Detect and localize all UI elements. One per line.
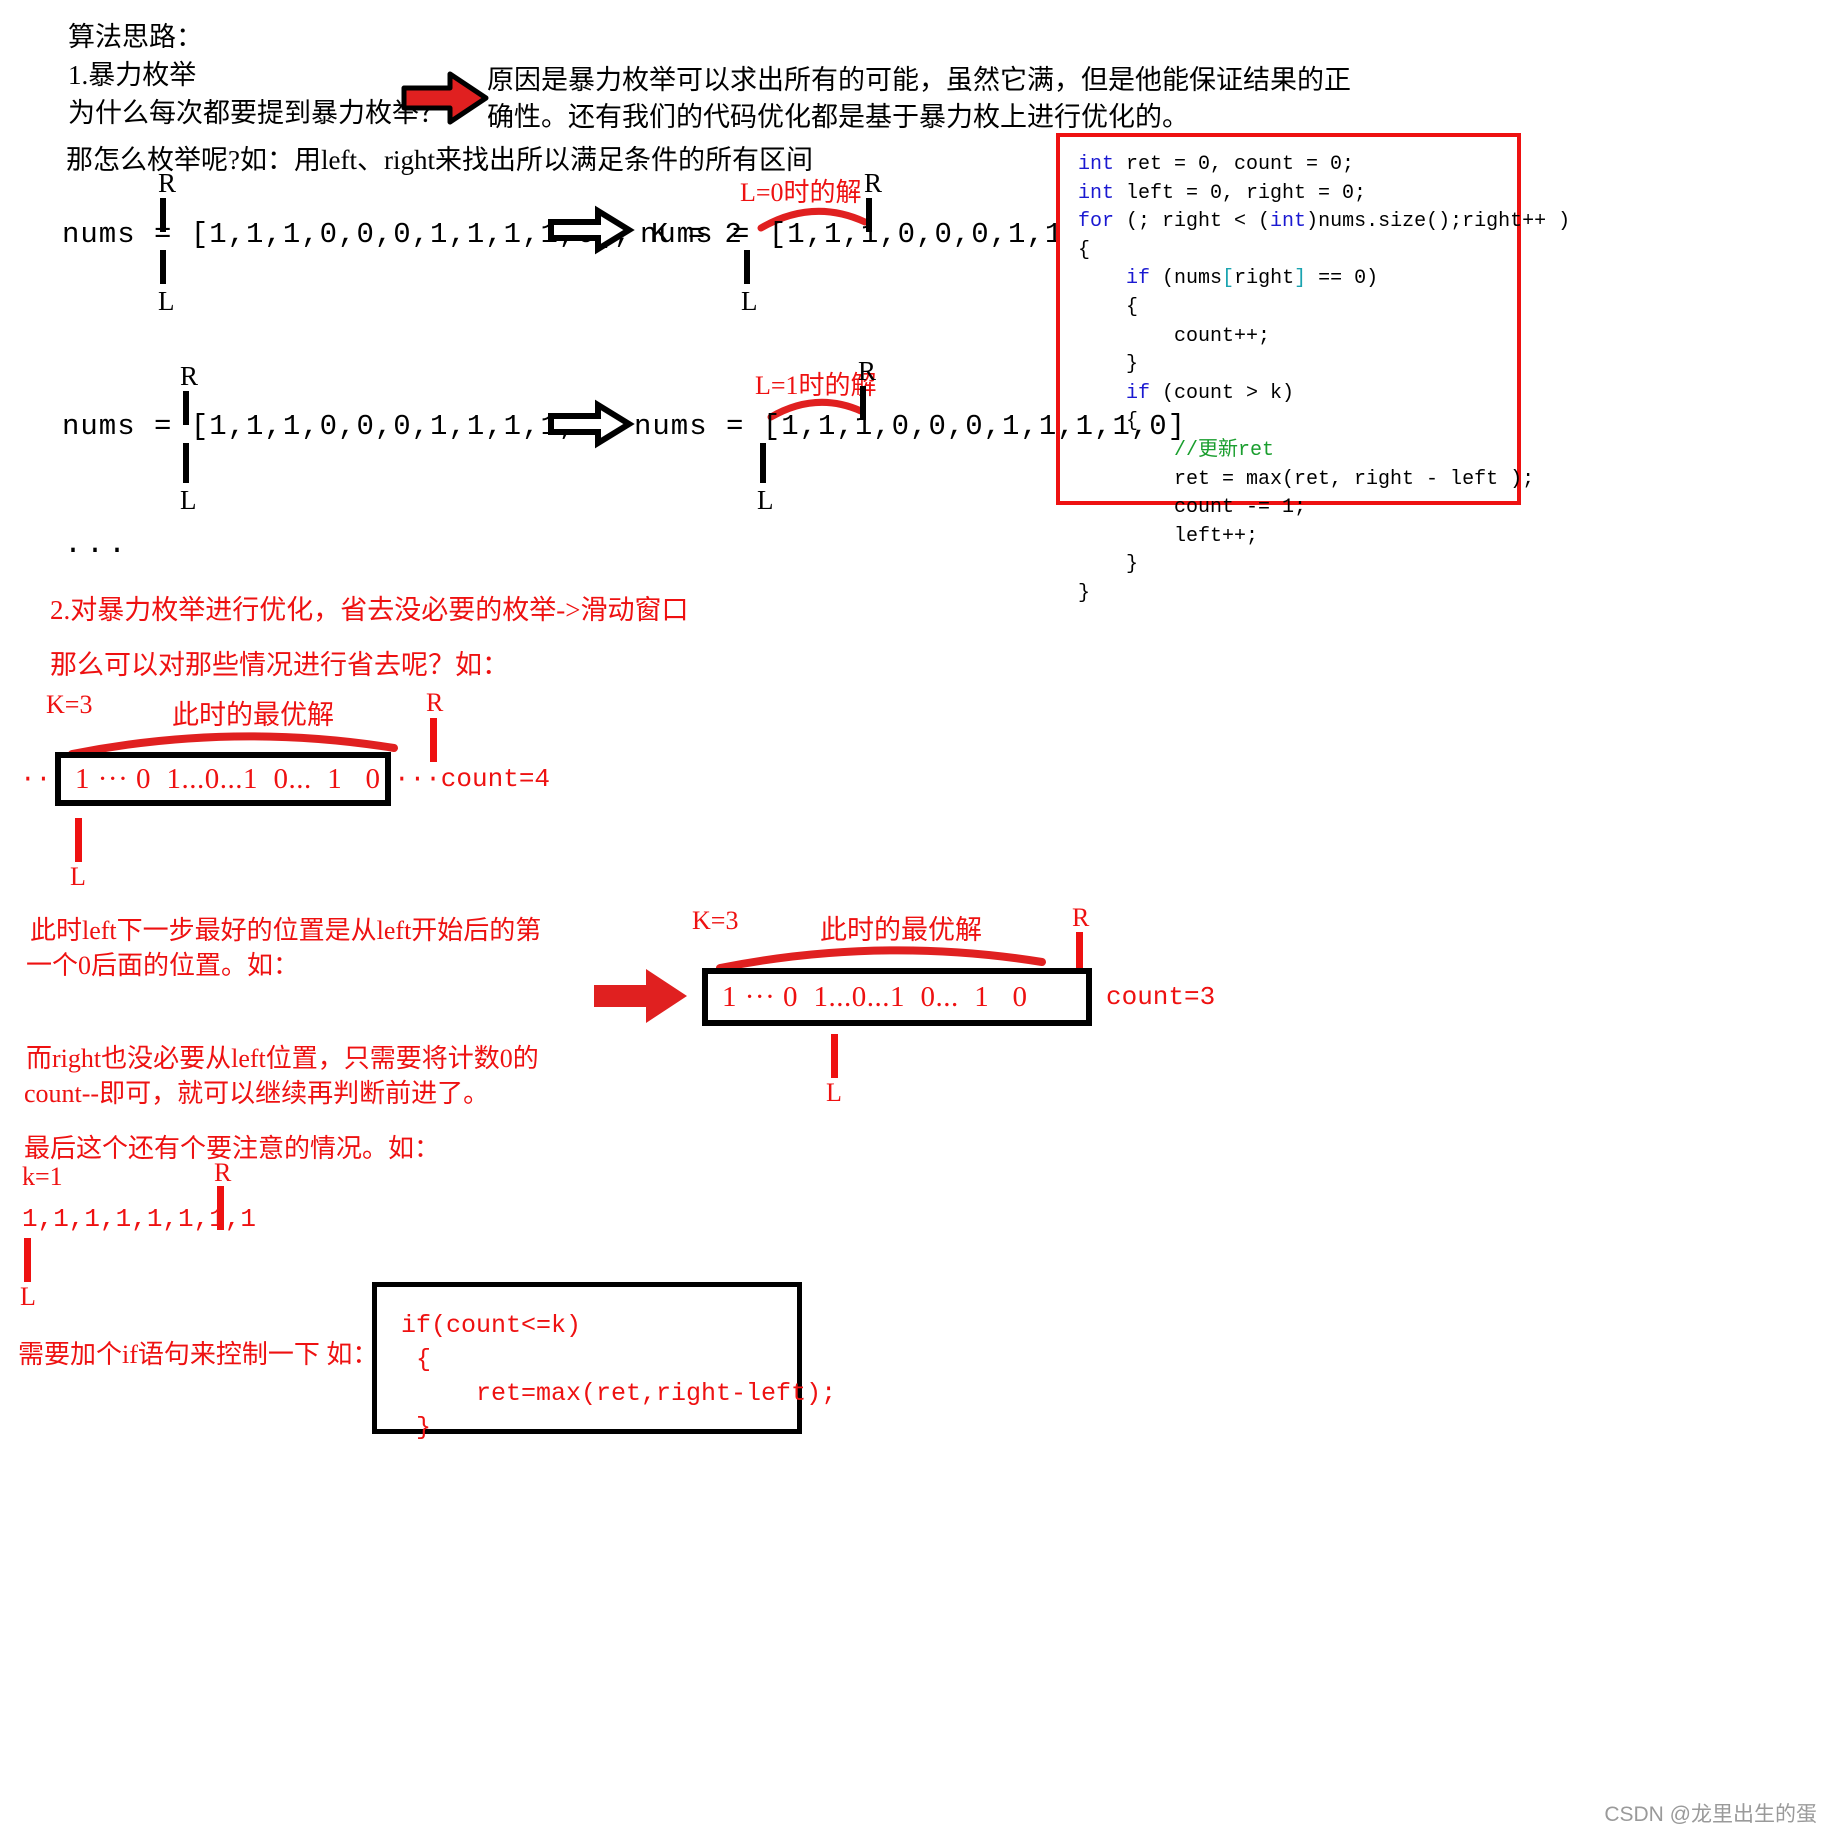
row1-left-marker-r-label: R	[158, 168, 177, 198]
ellipsis-separator: ...	[64, 528, 131, 562]
section3-array-text: 1 ··· 0 1...0...1 0... 1 0	[722, 980, 1028, 1013]
section2-array-box: 1 ··· 0 1...0...1 0... 1 0	[55, 752, 391, 806]
section3-marker-l-label: L	[826, 1078, 842, 1107]
section2-marker-l-label: L	[70, 862, 86, 891]
code-panel-brute-force: int ret = 0, count = 0; int left = 0, rig…	[1056, 133, 1570, 605]
note3-line1: 最后这个还有个要注意的情况。如：	[24, 1134, 441, 1163]
code-box-line: if(count<=k)	[401, 1311, 582, 1340]
code-line: count++;	[1078, 324, 1271, 348]
note3-array-text: 1,1,1,1,1,1,1,1	[22, 1204, 257, 1234]
note3-marker-r-label: R	[214, 1158, 232, 1187]
enumerate-line: 那怎么枚举呢?如：用left、right来找出所以满足条件的所有区间	[66, 145, 813, 175]
section2-title: 2.对暴力枚举进行优化，省去没必要的枚举->滑动窗口	[50, 595, 689, 625]
code-line: {	[1078, 295, 1139, 319]
row1-left-marker-l-bar	[160, 250, 166, 284]
code-line: int left = 0, right = 0;	[1078, 181, 1367, 205]
row2-right-marker-l-label: L	[757, 485, 774, 515]
code-box-line: }	[401, 1413, 432, 1442]
code-box-line: ret=max(ret,right-left);	[401, 1379, 837, 1408]
section1-answer-line2: 确性。还有我们的代码优化都是基于暴力枚上进行优化的。	[487, 102, 1189, 132]
section2-question: 那么可以对那些情况进行省去呢？如：	[50, 650, 509, 680]
note1-line1: 此时left下一步最好的位置是从left开始后的第	[30, 916, 542, 945]
code-line: for (; right < (int)nums.size();right++ …	[1078, 210, 1571, 234]
section3-marker-r-label: R	[1072, 903, 1090, 932]
section2-marker-r-bar	[430, 718, 437, 762]
code-panel-lines: int ret = 0, count = 0; int left = 0, rig…	[1078, 151, 1571, 609]
note3-marker-l-bar	[24, 1238, 31, 1282]
watermark: CSDN @龙里出生的蛋	[1604, 1803, 1817, 1826]
row2-left-marker-l-label: L	[180, 485, 197, 515]
code-box-if-statement: if(count<=k) { ret=max(ret,right-left); …	[372, 1282, 836, 1442]
section1-answer-line1: 原因是暴力枚举可以求出所有的可能，虽然它满，但是他能保证结果的正	[487, 65, 1351, 95]
section3-array-box: 1 ··· 0 1...0...1 0... 1 0	[702, 968, 1092, 1026]
code-line: if (count > k)	[1126, 381, 1295, 405]
code-line: left++;	[1078, 524, 1259, 548]
code-line: count -= 1;	[1078, 496, 1307, 520]
row1-right-marker-l-label: L	[741, 286, 758, 316]
row2-left-expression: nums = [1,1,1,0,0,0,1,1,1,1,0]	[62, 410, 615, 443]
code-box-line: {	[401, 1345, 432, 1374]
section2-trail-count: ···count=4	[394, 764, 551, 794]
code-line: {	[1078, 238, 1091, 262]
row2-right-marker-l-bar	[760, 443, 766, 483]
row2-right-marker-r-label: R	[858, 356, 877, 386]
row1-right-marker-r-label: R	[864, 168, 883, 198]
section3-k-label: K=3	[692, 906, 739, 935]
hollow-arrow-right-icon-1	[548, 205, 635, 255]
row1-left-marker-l-label: L	[158, 286, 175, 316]
note3-marker-l-label: L	[20, 1282, 36, 1311]
note3-k-label: k=1	[22, 1162, 63, 1191]
page-heading: 算法思路：	[68, 22, 203, 52]
note2-line1: 而right也没必要从left位置，只需要将计数0的	[26, 1044, 539, 1073]
hollow-arrow-right-icon-2	[548, 399, 635, 449]
section2-array-text: 1 ··· 0 1...0...1 0... 1 0	[75, 762, 381, 795]
section2-marker-r-label: R	[426, 688, 444, 717]
section2-k-label: K=3	[46, 690, 93, 719]
code-line: ret = max(ret, right - left );	[1078, 467, 1535, 491]
code-box-lines: if(count<=k) { ret=max(ret,right-left); …	[401, 1309, 837, 1445]
row2-left-marker-r-label: R	[180, 361, 199, 391]
red-arrow-right-icon-2	[592, 965, 690, 1027]
row2-right-expression: nums = [1,1,1,0,0,0,1,1,1,1,0]	[634, 410, 1187, 443]
note4-text: 需要加个if语句来控制一下 如：	[18, 1340, 379, 1369]
note1-line2: 一个0后面的位置。如：	[26, 951, 300, 980]
row2-left-marker-l-bar	[183, 443, 189, 483]
section1-title: 1.暴力枚举	[68, 60, 197, 90]
note2-line2: count--即可，就可以继续再判断前进了。	[24, 1079, 490, 1108]
code-line: if (nums[right] == 0)	[1126, 267, 1379, 291]
section2-marker-l-bar	[75, 818, 82, 862]
red-arrow-right-icon-1	[401, 70, 489, 126]
section3-marker-l-bar	[831, 1034, 838, 1078]
row1-right-marker-l-bar	[744, 250, 750, 284]
code-line: }	[1078, 353, 1139, 377]
code-line: }	[1078, 553, 1139, 577]
code-line: }	[1078, 581, 1091, 605]
code-line: int ret = 0, count = 0;	[1078, 153, 1355, 176]
section3-count-label: count=3	[1106, 982, 1216, 1012]
section1-question: 为什么每次都要提到暴力枚举？	[68, 98, 446, 128]
